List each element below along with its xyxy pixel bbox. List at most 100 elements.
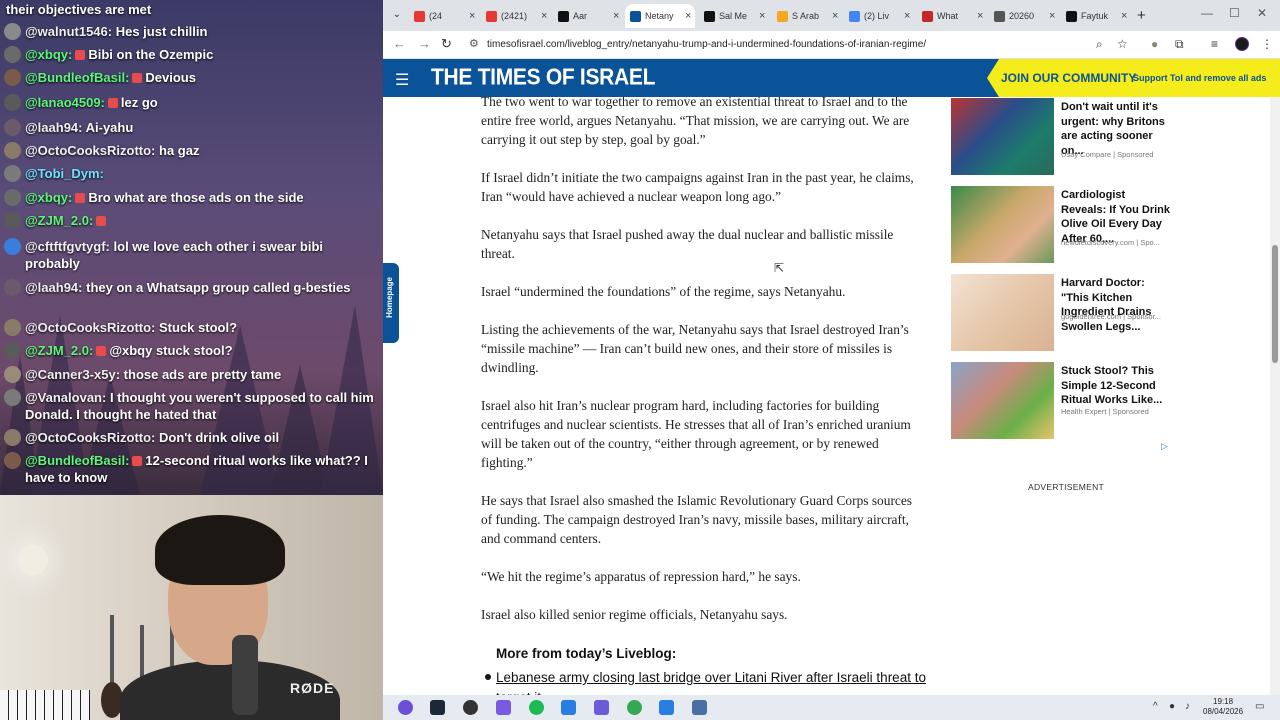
obs-icon[interactable] (463, 700, 478, 715)
liveblog-link[interactable]: Lebanese army closing last bridge over L… (496, 668, 936, 695)
back-arrow-icon[interactable]: ← (393, 36, 406, 51)
new-tab-button[interactable]: + (1137, 7, 1146, 24)
tab-close-icon[interactable]: × (1121, 10, 1127, 22)
tab-label: Aar (573, 11, 588, 21)
forward-arrow-icon[interactable]: → (418, 36, 431, 51)
ad-source: Health Expert | Sponsored (1061, 407, 1149, 416)
tab-close-icon[interactable]: × (1049, 10, 1055, 22)
tab-close-icon[interactable]: × (759, 10, 765, 22)
app-launcher-icon[interactable] (398, 700, 413, 715)
tab-favicon-icon (414, 10, 425, 22)
article-paragraph: Israel “undermined the foundations” of t… (481, 284, 846, 299)
join-community-subtitle[interactable]: Support ToI and remove all ads (1133, 73, 1266, 83)
tab-search-chevron-icon[interactable]: ⌄ (389, 7, 405, 23)
chat-username: @ZJM_2.0: (25, 343, 94, 358)
browser-tab[interactable]: Faytuk × (1061, 4, 1131, 28)
tab-close-icon[interactable]: × (685, 10, 691, 22)
adchoices-icon[interactable]: ▷ (1161, 441, 1168, 452)
app-icon-blue[interactable] (561, 700, 576, 715)
sponsored-ad-card[interactable]: Don't wait until it's urgent: why Briton… (951, 98, 1171, 176)
chat-text: @laah94: they on a Whatsapp group called… (25, 279, 380, 296)
join-community-title[interactable]: JOIN OUR COMMUNITY (1001, 71, 1136, 85)
browser-tab[interactable]: Aar × (553, 4, 623, 28)
browser-tab[interactable]: (2421) × (481, 4, 551, 28)
zoom-icon[interactable]: ⌕ (1096, 37, 1103, 52)
chat-text: @OctoCooksRizotto: Stuck stool? (25, 319, 380, 336)
browser-tab[interactable]: (24 × (409, 4, 479, 28)
kebab-menu-icon[interactable]: ⋮ (1261, 37, 1273, 51)
system-clock[interactable]: 19:18 08/04/2026 (1203, 697, 1243, 717)
chat-username: @OctoCooksRizotto: (25, 143, 156, 158)
ad-thumbnail[interactable] (951, 274, 1054, 351)
browser-tab[interactable]: S Arab × (772, 4, 842, 28)
chat-text: @Canner3-x5y: those ads are pretty tame (25, 366, 380, 383)
chat-username: @Canner3-x5y: (25, 367, 121, 382)
bookmark-star-icon[interactable]: ☆ (1117, 37, 1128, 51)
volume-icon[interactable]: ♪ (1185, 701, 1190, 712)
chat-avatar (4, 119, 21, 136)
article-paragraph: Netanyahu says that Israel pushed away t… (481, 227, 894, 261)
hamburger-menu-icon[interactable]: ☰ (395, 70, 409, 90)
stream-overlay: their objectives are met @walnut1546: He… (0, 0, 383, 720)
chat-app-icon[interactable] (496, 700, 511, 715)
site-logo[interactable]: THE TIMES OF ISRAEL (431, 65, 655, 91)
sponsored-ad-card[interactable]: Harvard Doctor: "This Kitchen Ingredient… (951, 274, 1171, 352)
sponsored-ad-card[interactable]: Cardiologist Reveals: If You Drink Olive… (951, 186, 1171, 264)
tab-label: (2) Liv (864, 11, 890, 21)
ad-headline[interactable]: Harvard Doctor: "This Kitchen Ingredient… (1061, 276, 1173, 334)
chat-message-text: Bro what are those ads on the side (88, 190, 304, 205)
article-paragraph: Israel also killed senior regime officia… (481, 607, 788, 622)
app-icon-blue-2[interactable] (659, 700, 674, 715)
chat-message: @OctoCooksRizotto: ha gaz (4, 142, 380, 159)
chat-username: @cftftfgvtygf: (25, 239, 110, 254)
chat-message-text: Stuck stool? (159, 320, 238, 335)
chat-avatar (4, 389, 21, 406)
ad-thumbnail[interactable] (951, 362, 1054, 439)
ad-headline[interactable]: Stuck Stool? This Simple 12-Second Ritua… (1061, 364, 1173, 408)
tab-label: Faytuk (1081, 11, 1109, 21)
chat-text: @OctoCooksRizotto: Don't drink olive oil (25, 429, 380, 446)
tab-close-icon[interactable]: × (977, 10, 983, 22)
tab-close-icon[interactable]: × (832, 10, 838, 22)
profile-avatar[interactable] (1235, 37, 1249, 51)
tab-label: Netany (645, 11, 674, 21)
spotify-icon[interactable] (529, 700, 544, 715)
microphone-tray-icon[interactable]: ● (1169, 701, 1175, 712)
tab-close-icon[interactable]: × (904, 10, 910, 22)
tray-chevron-icon[interactable]: ^ (1153, 701, 1158, 712)
homepage-side-tab[interactable]: Homepage (383, 263, 399, 343)
ad-thumbnail[interactable] (951, 98, 1054, 175)
extensions-puzzle-icon[interactable]: ⧉ (1175, 37, 1184, 52)
tab-close-icon[interactable]: × (541, 10, 547, 22)
minimize-button[interactable]: — (1201, 6, 1213, 20)
browser-tab[interactable]: What × (917, 4, 987, 28)
app-icon-purple[interactable] (594, 700, 609, 715)
browser-tab[interactable]: Sal Me × (699, 4, 769, 28)
chat-text: @ZJM_2.0: (25, 212, 380, 229)
tab-close-icon[interactable]: × (469, 10, 475, 22)
scrollbar-track[interactable] (1270, 97, 1280, 695)
notification-icon[interactable]: ▭ (1255, 701, 1264, 712)
calculator-icon[interactable] (692, 700, 707, 715)
media-icon[interactable]: ≡ (1211, 37, 1218, 51)
browser-tab[interactable]: 20260 × (989, 4, 1059, 28)
lamp-light (18, 545, 48, 575)
close-window-button[interactable]: ✕ (1257, 6, 1267, 20)
bullet (485, 674, 491, 680)
site-info-icon[interactable]: ⚙ (469, 37, 479, 50)
browser-tab[interactable]: Netany × (625, 4, 695, 28)
steam-icon[interactable] (430, 700, 445, 715)
chat-avatar (4, 23, 21, 40)
url-field[interactable]: timesofisrael.com/liveblog_entry/netanya… (487, 39, 926, 50)
browser-tab[interactable]: (2) Liv × (844, 4, 914, 28)
extension-icon[interactable]: ● (1151, 37, 1158, 51)
sponsored-ad-card[interactable]: Stuck Stool? This Simple 12-Second Ritua… (951, 362, 1171, 440)
chrome-icon[interactable] (627, 700, 642, 715)
scrollbar-thumb[interactable] (1272, 245, 1278, 363)
ad-thumbnail[interactable] (951, 186, 1054, 263)
reload-icon[interactable]: ↻ (441, 36, 452, 52)
chat-username: @laah94: (25, 120, 83, 135)
tab-close-icon[interactable]: × (613, 10, 619, 22)
clock-time: 19:18 (1213, 697, 1234, 706)
maximize-button[interactable]: ☐ (1229, 6, 1240, 20)
